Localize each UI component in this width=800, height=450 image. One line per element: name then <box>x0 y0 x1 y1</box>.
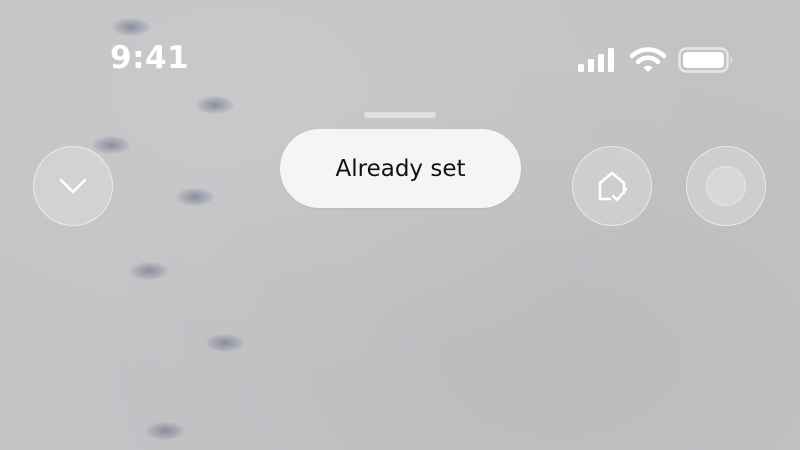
cellular-signal-icon <box>578 48 614 72</box>
paw-print <box>176 188 214 206</box>
wifi-icon <box>630 47 666 72</box>
chevron-down-icon <box>59 178 87 194</box>
status-icons <box>578 46 734 74</box>
paw-print <box>130 262 168 280</box>
battery-icon <box>678 47 732 73</box>
status-bar: 9:41 <box>0 0 800 100</box>
record-circle-icon <box>706 166 746 206</box>
collapse-button[interactable] <box>33 146 113 226</box>
sheet-grabber[interactable] <box>364 112 436 118</box>
toast-notification: Already set <box>280 129 521 208</box>
paw-print <box>92 136 130 154</box>
paw-print <box>146 422 184 440</box>
toast-message: Already set <box>335 155 466 182</box>
home-check-icon <box>598 171 628 202</box>
home-button[interactable] <box>572 146 652 226</box>
status-time: 9:41 <box>110 40 190 76</box>
paw-print <box>206 334 244 352</box>
record-button[interactable] <box>686 146 766 226</box>
